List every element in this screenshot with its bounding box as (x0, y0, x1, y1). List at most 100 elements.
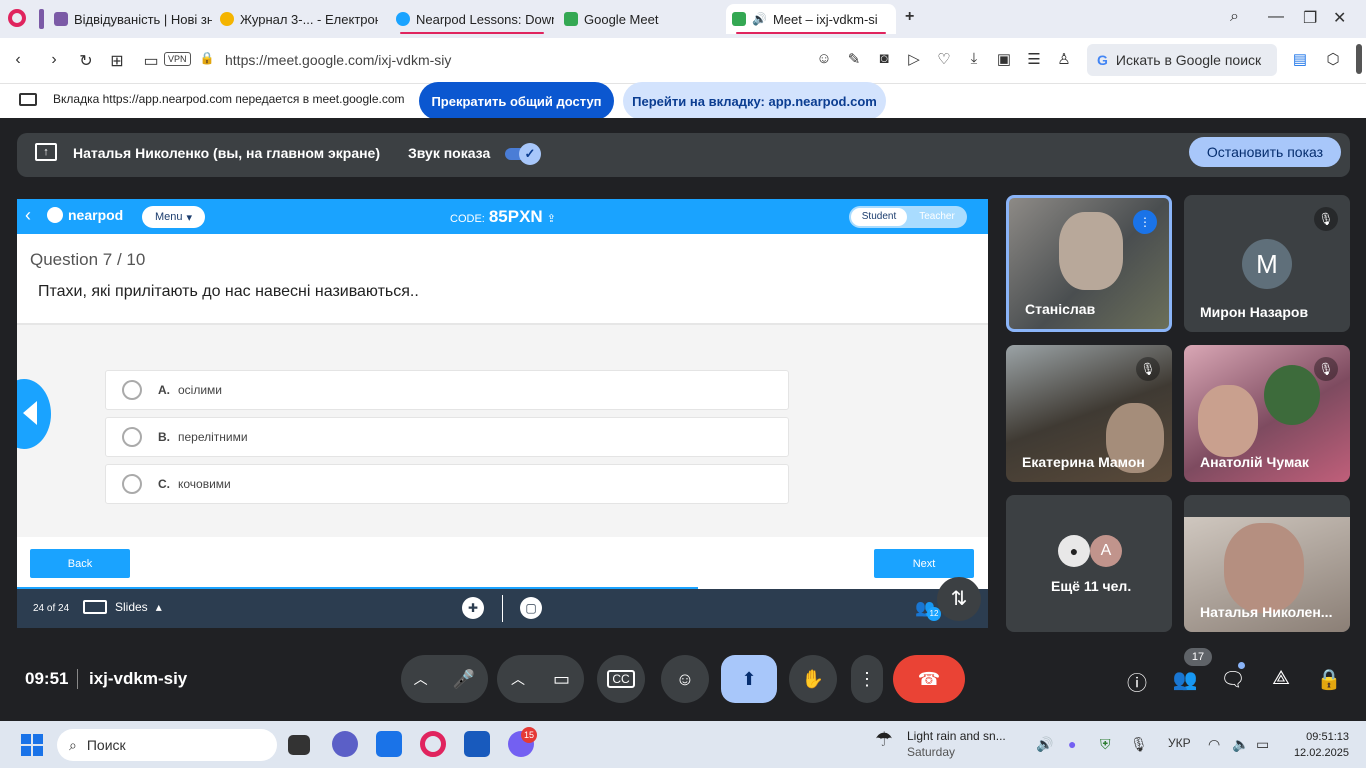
slides-button[interactable]: Slides ▴ (83, 600, 162, 614)
raise-hand-button[interactable]: ✋ (789, 655, 837, 703)
back-icon[interactable]: ‹ (8, 51, 28, 69)
self-tile[interactable]: Наталья Николен... (1184, 495, 1350, 632)
puzzle-icon[interactable]: ✚ (462, 597, 484, 619)
go-to-tab-button[interactable]: Перейти на вкладку: app.nearpod.com (623, 82, 886, 120)
tab-meet-active[interactable]: 🔊 Meet – ixj-vdkm-si (726, 4, 896, 34)
nearpod-logo-icon (47, 207, 63, 223)
teacher-option[interactable]: Teacher (909, 208, 965, 226)
microphone-icon[interactable]: 🎤 (453, 669, 475, 690)
tab-attendance[interactable]: Відвідуваність | Нові знан (48, 4, 212, 34)
activities-icon[interactable]: ⟁ (1268, 667, 1294, 690)
vpn-badge[interactable]: VPN (164, 52, 191, 66)
share-code-icon[interactable]: ⇪ (547, 212, 556, 225)
mic-control[interactable]: ︿ 🎤 (401, 655, 488, 703)
sound-toggle[interactable]: ✓ (505, 143, 541, 165)
speaker-icon[interactable]: 🔊 (752, 12, 767, 26)
snapshot-icon[interactable]: ◙ (874, 50, 894, 67)
participant-tile[interactable]: ⋮ Станіслав (1006, 195, 1172, 332)
chevron-left-icon[interactable]: ‹ (25, 205, 31, 226)
chevron-up-icon[interactable]: ︿ (414, 669, 428, 689)
meeting-time: 09:51 (25, 669, 69, 688)
viber-tray-icon[interactable]: ● (1068, 736, 1076, 752)
more-participants-tile[interactable]: ● A Ещё 11 чел. (1006, 495, 1172, 632)
weather-widget[interactable]: ☂ Light rain and sn... Saturday (875, 727, 1006, 759)
battery-icon[interactable]: ▭ (1256, 736, 1269, 753)
next-button[interactable]: Next (874, 549, 974, 578)
search-tabs-icon[interactable]: ⌕ (1230, 8, 1239, 26)
radio-button[interactable] (122, 474, 142, 494)
stop-sharing-button[interactable]: Прекратить общий доступ (419, 82, 614, 120)
volume-icon[interactable]: 🔊 (1036, 736, 1053, 753)
edit-icon[interactable]: ✎ (844, 50, 864, 68)
participant-tile[interactable]: 🎙 Екатерина Мамон (1006, 345, 1172, 482)
people-icon[interactable]: 👥 (1172, 667, 1198, 692)
minimize-icon[interactable]: — (1268, 8, 1284, 26)
security-icon[interactable]: ⛨ (1100, 736, 1111, 753)
answer-option-c[interactable]: C. кочовими (105, 464, 789, 504)
more-options-button[interactable]: ⋮ (851, 655, 883, 703)
nearpod-menu-button[interactable]: Menu ▾ (142, 206, 205, 228)
extensions-icon[interactable]: ⬡ (1323, 50, 1343, 68)
wifi-icon[interactable]: ◠ (1208, 736, 1220, 753)
opera-icon[interactable] (420, 731, 446, 757)
speaker-icon[interactable]: 🔈 (1232, 736, 1249, 753)
sidebar-toggle-icon[interactable] (39, 9, 44, 29)
google-search-box[interactable]: G Искать в Google поиск (1087, 44, 1277, 76)
bookmark-icon[interactable]: ▢ (520, 597, 542, 619)
tab-journal[interactable]: Журнал 3-... - Електронні (214, 4, 378, 34)
student-teacher-toggle[interactable]: Student Teacher (849, 206, 967, 228)
mic-tray-icon[interactable]: 🎙 (1130, 736, 1148, 753)
captions-button[interactable]: CC (597, 655, 645, 703)
meet-favicon-icon (732, 12, 746, 26)
opera-logo-icon[interactable] (8, 9, 26, 27)
profile-icon[interactable]: ♙ (1054, 50, 1074, 68)
tabs-grid-icon[interactable]: ⊞ (107, 51, 127, 71)
reload-icon[interactable]: ↻ (76, 51, 96, 71)
tab-google-meet[interactable]: Google Meet (558, 4, 722, 34)
windows-start-icon[interactable] (21, 734, 43, 756)
heart-icon[interactable]: ♡ (934, 50, 954, 68)
answer-option-b[interactable]: B. перелітними (105, 417, 789, 457)
participant-tile[interactable]: M 🎙 Мирон Назаров (1184, 195, 1350, 332)
present-button[interactable]: ⬆ (721, 655, 777, 703)
back-button[interactable]: Back (30, 549, 130, 578)
store-icon[interactable] (376, 731, 402, 757)
chevron-up-icon[interactable]: ︿ (511, 669, 525, 689)
radio-button[interactable] (122, 380, 142, 400)
lock-icon[interactable]: 🔒 (197, 51, 217, 65)
stop-presenting-button[interactable]: Остановить показ (1189, 137, 1341, 167)
word-icon[interactable] (464, 731, 490, 757)
wallet-icon[interactable]: ▤ (1290, 50, 1310, 68)
system-clock[interactable]: 09:51:13 12.02.2025 (1289, 729, 1349, 761)
info-icon[interactable]: ⓘ (1124, 667, 1150, 696)
answer-option-a[interactable]: A. осілими (105, 370, 789, 410)
download-icon[interactable]: ⤓ (964, 50, 984, 67)
chat-icon[interactable]: 🗨 (1220, 667, 1246, 692)
maximize-icon[interactable]: ❐ (1303, 8, 1317, 28)
forward-icon[interactable]: › (44, 51, 64, 69)
camera-icon[interactable]: ▭ (141, 51, 161, 71)
url-field[interactable]: https://meet.google.com/ixj-vdkm-siy (225, 52, 451, 68)
participant-tile[interactable]: 🎙 Анатолій Чумак (1184, 345, 1350, 482)
leave-call-button[interactable]: ☎ (893, 655, 965, 703)
taskbar-search[interactable]: ⌕ Поиск (57, 729, 277, 761)
students-icon[interactable]: 👥 12 (915, 598, 941, 621)
video-camera-icon[interactable]: ▭ (553, 669, 570, 690)
student-option[interactable]: Student (851, 208, 907, 226)
host-controls-icon[interactable]: 🔒 (1316, 667, 1342, 692)
play-icon[interactable]: ▷ (904, 50, 924, 68)
meet-app-icon[interactable] (332, 731, 358, 757)
swap-layout-icon[interactable]: ⇅ (937, 577, 981, 621)
tab-nearpod[interactable]: Nearpod Lessons: Downlo (390, 4, 554, 34)
emoji-icon[interactable]: ☺ (814, 50, 834, 67)
radio-button[interactable] (122, 427, 142, 447)
close-window-icon[interactable]: ✕ (1333, 8, 1346, 28)
reactions-button[interactable]: ☺ (661, 655, 709, 703)
language-indicator[interactable]: УКР (1168, 736, 1191, 750)
task-view-icon[interactable] (288, 735, 310, 755)
scrollbar[interactable] (1356, 44, 1362, 74)
video-popout-icon[interactable]: ▣ (994, 50, 1014, 68)
easy-setup-icon[interactable]: ☰ (1024, 50, 1044, 68)
camera-control[interactable]: ︿ ▭ (497, 655, 584, 703)
new-tab-icon[interactable]: + (905, 8, 914, 26)
